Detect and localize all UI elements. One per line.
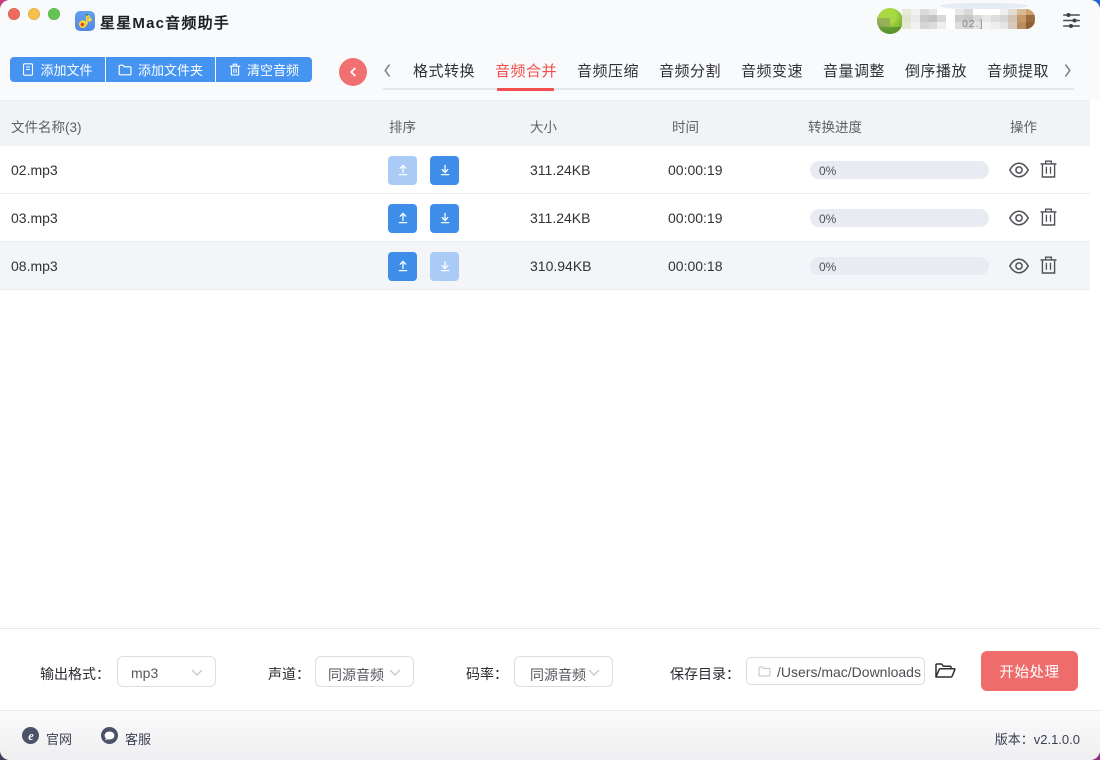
svg-text:e: e	[28, 730, 34, 742]
